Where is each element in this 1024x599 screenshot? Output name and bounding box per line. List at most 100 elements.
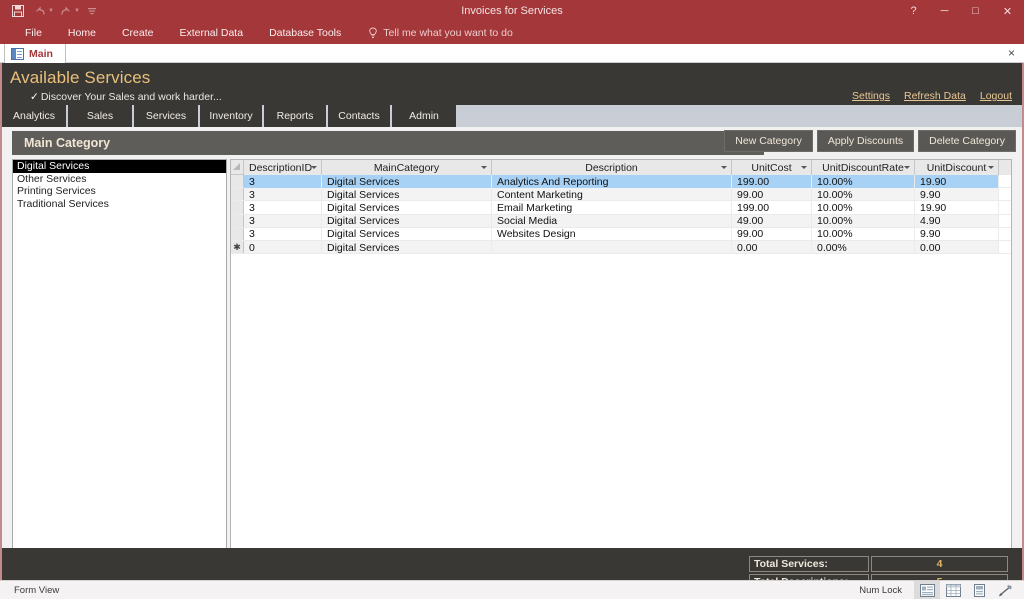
cell-descriptionid[interactable]: 3 <box>244 214 322 228</box>
chevron-down-icon[interactable] <box>904 166 910 169</box>
table-row[interactable]: 3 Digital Services Social Media 49.00 10… <box>231 214 1011 228</box>
ribbon-tab-create[interactable]: Create <box>109 22 167 44</box>
row-selector[interactable] <box>231 214 244 227</box>
column-header-description[interactable]: Description <box>492 160 732 175</box>
ribbon-tab-home[interactable]: Home <box>55 22 109 44</box>
list-item[interactable]: Printing Services <box>13 185 226 198</box>
cell-unitdiscount[interactable]: 4.90 <box>915 214 999 228</box>
cell-description[interactable] <box>492 240 732 255</box>
form-view-icon[interactable] <box>914 581 940 599</box>
minimize-button[interactable]: ─ <box>929 0 960 22</box>
row-selector[interactable] <box>231 188 244 201</box>
logout-link[interactable]: Logout <box>980 90 1012 102</box>
chevron-down-icon[interactable] <box>311 166 317 169</box>
cell-unitdiscountrate[interactable]: 10.00% <box>812 175 915 189</box>
nav-tab-contacts[interactable]: Contacts <box>328 105 392 127</box>
cell-unitdiscountrate[interactable]: 10.00% <box>812 201 915 215</box>
nav-tab-analytics[interactable]: Analytics <box>2 105 68 127</box>
datasheet-view-icon[interactable] <box>940 581 966 599</box>
layout-view-icon[interactable] <box>966 581 992 599</box>
cell-maincategory[interactable]: Digital Services <box>322 188 492 202</box>
table-row[interactable]: 3 Digital Services Analytics And Reporti… <box>231 175 1011 189</box>
cell-unitdiscount[interactable]: 9.90 <box>915 188 999 202</box>
list-item[interactable]: Traditional Services <box>13 198 226 211</box>
cell-unitdiscount[interactable]: 9.90 <box>915 227 999 241</box>
cell-description[interactable]: Email Marketing <box>492 201 732 215</box>
nav-tab-reports[interactable]: Reports <box>264 105 328 127</box>
row-selector[interactable] <box>231 201 244 214</box>
column-header-unitdiscountrate[interactable]: UnitDiscountRate <box>812 160 915 175</box>
ribbon-tab-database-tools[interactable]: Database Tools <box>256 22 354 44</box>
cell-unitdiscount[interactable]: 0.00 <box>915 240 999 255</box>
settings-link[interactable]: Settings <box>852 90 890 102</box>
row-selector[interactable] <box>231 175 244 188</box>
cell-unitcost[interactable]: 99.00 <box>732 227 812 241</box>
chevron-down-icon[interactable] <box>481 166 487 169</box>
ribbon-tab-external-data[interactable]: External Data <box>166 22 256 44</box>
cell-description[interactable]: Websites Design <box>492 227 732 241</box>
document-tab-main[interactable]: Main <box>4 44 66 63</box>
chevron-down-icon[interactable] <box>721 166 727 169</box>
cell-maincategory[interactable]: Digital Services <box>322 240 492 255</box>
column-header-maincategory[interactable]: MainCategory <box>322 160 492 175</box>
cell-maincategory[interactable]: Digital Services <box>322 214 492 228</box>
table-row-new[interactable]: ✱ 0 Digital Services 0.00 0.00% 0.00 <box>231 240 1011 255</box>
cell-unitcost[interactable]: 199.00 <box>732 175 812 189</box>
cell-description[interactable]: Social Media <box>492 214 732 228</box>
help-button[interactable]: ? <box>898 0 929 22</box>
cell-descriptionid[interactable]: 3 <box>244 201 322 215</box>
cell-maincategory[interactable]: Digital Services <box>322 175 492 189</box>
list-item[interactable]: Other Services <box>13 173 226 186</box>
list-item[interactable]: Digital Services <box>13 160 226 173</box>
nav-tab-services[interactable]: Services <box>134 105 200 127</box>
cell-unitcost[interactable]: 49.00 <box>732 214 812 228</box>
chevron-down-icon[interactable] <box>801 166 807 169</box>
cell-descriptionid[interactable]: 3 <box>244 175 322 189</box>
close-button[interactable]: ✕ <box>991 0 1024 22</box>
table-row[interactable]: 3 Digital Services Email Marketing 199.0… <box>231 201 1011 215</box>
form-header: Available Services ✓ Discover Your Sales … <box>2 63 1022 105</box>
refresh-data-link[interactable]: Refresh Data <box>904 90 966 102</box>
category-listbox[interactable]: Digital Services Other Services Printing… <box>12 159 227 599</box>
ribbon-tab-file[interactable]: File <box>12 22 55 44</box>
table-row[interactable]: 3 Digital Services Content Marketing 99.… <box>231 188 1011 202</box>
row-filler <box>999 214 1011 227</box>
select-all-corner[interactable] <box>231 160 244 174</box>
cell-unitdiscountrate[interactable]: 10.00% <box>812 188 915 202</box>
column-header-unitcost[interactable]: UnitCost <box>732 160 812 175</box>
cell-unitcost[interactable]: 0.00 <box>732 240 812 255</box>
cell-unitdiscountrate[interactable]: 10.00% <box>812 214 915 228</box>
close-document-icon[interactable]: × <box>1005 44 1018 63</box>
column-header-label: UnitDiscount <box>926 161 987 174</box>
cell-descriptionid[interactable]: 0 <box>244 240 322 255</box>
cell-unitdiscount[interactable]: 19.90 <box>915 175 999 189</box>
cell-descriptionid[interactable]: 3 <box>244 227 322 241</box>
cell-description[interactable]: Content Marketing <box>492 188 732 202</box>
cell-descriptionid[interactable]: 3 <box>244 188 322 202</box>
column-header-unitdiscount[interactable]: UnitDiscount <box>915 160 999 175</box>
document-tab-strip: Main × <box>0 44 1024 63</box>
chevron-down-icon[interactable] <box>988 166 994 169</box>
delete-category-button[interactable]: Delete Category <box>918 130 1016 152</box>
row-selector[interactable] <box>231 227 244 240</box>
cell-unitdiscount[interactable]: 19.90 <box>915 201 999 215</box>
cell-unitcost[interactable]: 199.00 <box>732 201 812 215</box>
tell-me-search[interactable]: Tell me what you want to do <box>368 27 513 39</box>
maximize-button[interactable]: □ <box>960 0 991 22</box>
nav-tab-admin[interactable]: Admin <box>392 105 458 127</box>
cell-unitdiscountrate[interactable]: 0.00% <box>812 240 915 255</box>
apply-discounts-button[interactable]: Apply Discounts <box>816 130 915 152</box>
nav-tab-sales[interactable]: Sales <box>68 105 134 127</box>
new-category-button[interactable]: New Category <box>724 130 813 152</box>
column-header-descriptionid[interactable]: DescriptionID <box>244 160 322 175</box>
design-view-icon[interactable] <box>992 581 1018 599</box>
cell-unitdiscountrate[interactable]: 10.00% <box>812 227 915 241</box>
cell-maincategory[interactable]: Digital Services <box>322 227 492 241</box>
cell-description[interactable]: Analytics And Reporting <box>492 175 732 189</box>
nav-tab-inventory[interactable]: Inventory <box>200 105 264 127</box>
cell-maincategory[interactable]: Digital Services <box>322 201 492 215</box>
num-lock-indicator: Num Lock <box>859 584 902 596</box>
table-row[interactable]: 3 Digital Services Websites Design 99.00… <box>231 227 1011 241</box>
cell-unitcost[interactable]: 99.00 <box>732 188 812 202</box>
new-record-asterisk-icon[interactable]: ✱ <box>231 240 244 254</box>
